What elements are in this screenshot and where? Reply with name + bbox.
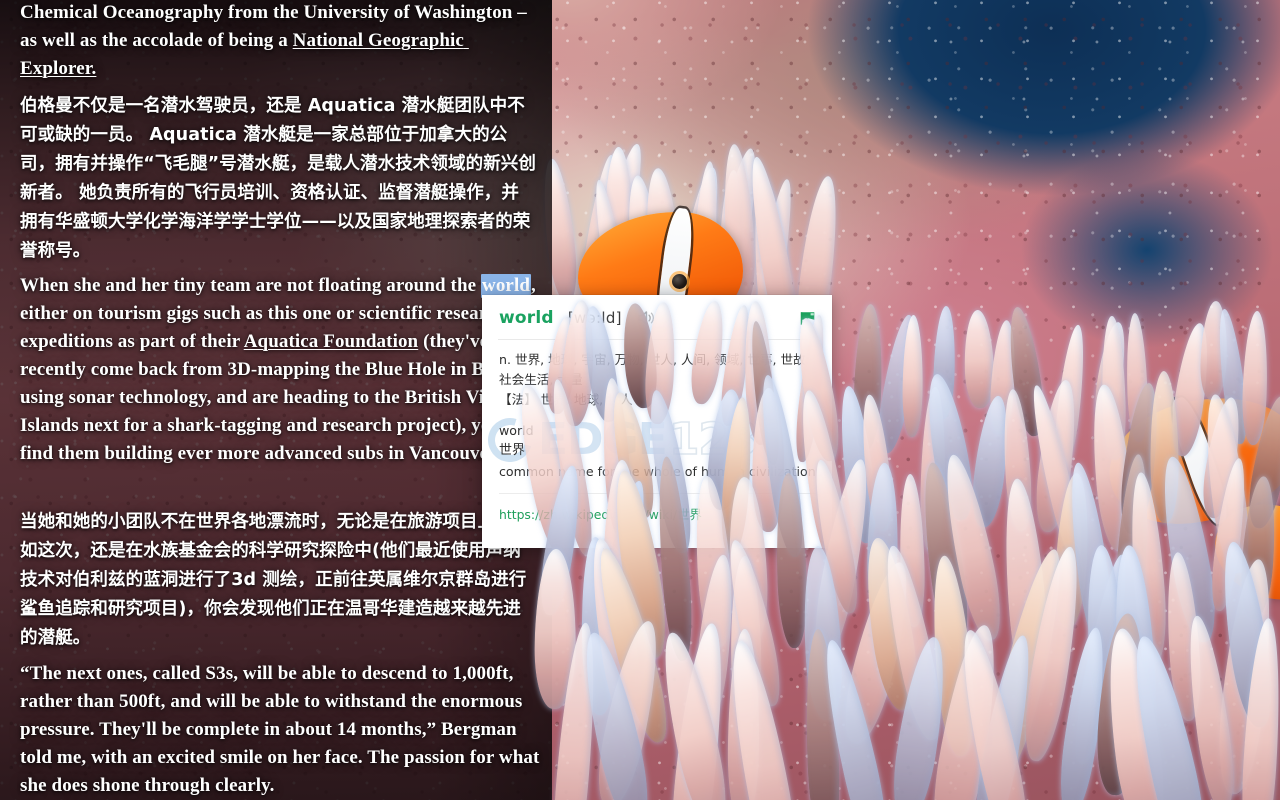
page-root: Chemical Oceanography from the Universit… (0, 0, 1280, 800)
article-text-column: Chemical Oceanography from the Universit… (0, 0, 552, 800)
paragraph-chinese-2: 当她和她的小团队不在世界各地漂流时，无论是在旅游项目上，比如这次，还是在水族基金… (20, 512, 531, 648)
dictionary-headword: world (499, 308, 554, 328)
link-aquatica-foundation[interactable]: Aquatica Foundation (244, 331, 419, 352)
paragraph-intro: Chemical Oceanography from the Universit… (20, 0, 540, 83)
paragraph-english-2: When she and her tiny team are not float… (20, 272, 540, 468)
paragraph-chinese-1: 伯格曼不仅是一名潜水驾驶员，还是 Aquatica 潜水艇团队中不可或缺的一员。… (20, 96, 537, 261)
photo-clownfish-eye (672, 274, 687, 289)
paragraph-english-3: “The next ones, called S3s, will be able… (20, 663, 545, 796)
paragraph-english-2-part-a: When she and her tiny team are not float… (20, 275, 482, 296)
